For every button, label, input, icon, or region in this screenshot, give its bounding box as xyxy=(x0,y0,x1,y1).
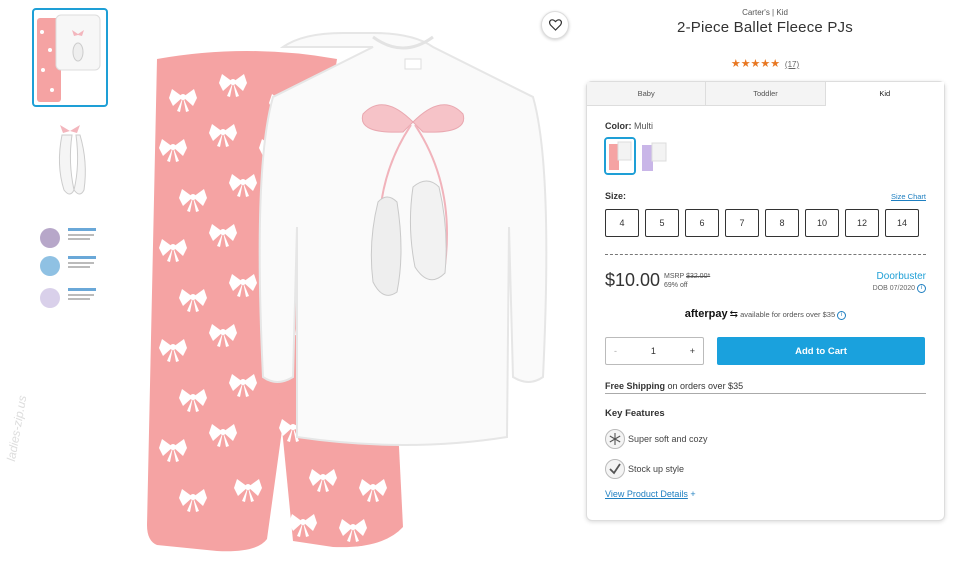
feature-text: Stock up style xyxy=(628,464,685,474)
size-options: 4 5 6 7 8 10 12 14 xyxy=(605,209,919,237)
thumbnail-list xyxy=(32,8,110,329)
afterpay-message: afterpay ⇆ available for orders over $35 … xyxy=(587,308,944,320)
dob-date: DOB 07/2020 i xyxy=(873,282,926,294)
size-option[interactable]: 14 xyxy=(885,209,919,237)
size-option[interactable]: 5 xyxy=(645,209,679,237)
afterpay-text: available for orders over $35 xyxy=(740,310,836,319)
favorite-button[interactable] xyxy=(541,11,569,39)
thumbnail-1[interactable] xyxy=(32,8,108,107)
watermark: ladies-zip.us xyxy=(4,394,30,463)
afterpay-loop-icon: ⇆ xyxy=(729,309,738,320)
checkmark-icon xyxy=(605,459,625,479)
size-option[interactable]: 7 xyxy=(725,209,759,237)
breadcrumb[interactable]: Carter's | Kid xyxy=(586,8,944,17)
purchase-panel: Baby Toddler Kid Color: Multi Size: Size… xyxy=(586,81,945,521)
view-product-details-link[interactable]: View Product Details + xyxy=(605,489,696,499)
sale-price: $10.00 xyxy=(605,270,661,290)
quantity-value[interactable]: 1 xyxy=(651,346,656,356)
product-rating[interactable]: ★★★★★ (17) xyxy=(586,57,944,70)
tab-toddler[interactable]: Toddler xyxy=(706,82,826,105)
size-option[interactable]: 4 xyxy=(605,209,639,237)
product-title: 2-Piece Ballet Fleece PJs xyxy=(677,19,853,36)
quantity-stepper: - 1 + xyxy=(605,337,704,365)
color-label-text: Color: xyxy=(605,121,632,131)
add-to-cart-button[interactable]: Add to Cart xyxy=(717,337,925,365)
doorbuster-badge: Doorbuster DOB 07/2020 i xyxy=(873,271,926,294)
tab-kid[interactable]: Kid xyxy=(825,82,944,106)
snowflake-icon xyxy=(605,429,625,449)
size-option[interactable]: 8 xyxy=(765,209,799,237)
msrp-price: $32.00* xyxy=(686,273,711,280)
feature-item: Stock up style xyxy=(605,459,684,479)
plus-icon: + xyxy=(690,489,696,499)
size-range-tabs: Baby Toddler Kid xyxy=(587,82,944,106)
discount-text: 69% off xyxy=(664,282,688,289)
msrp-label: MSRP xyxy=(664,273,685,280)
shipping-condition: on orders over $35 xyxy=(667,381,744,391)
thumbnail-3[interactable] xyxy=(32,222,108,321)
heart-icon xyxy=(548,19,562,31)
size-option[interactable]: 12 xyxy=(845,209,879,237)
info-icon[interactable]: i xyxy=(917,283,926,293)
color-value: Multi xyxy=(634,121,654,131)
quantity-increase-button[interactable]: + xyxy=(690,346,695,356)
dob-text: DOB 07/2020 xyxy=(872,285,916,292)
main-product-image xyxy=(123,7,573,569)
size-label: Size: xyxy=(605,191,627,201)
msrp-info: MSRP $32.00* 69% off xyxy=(664,272,710,290)
thumbnail-2[interactable] xyxy=(32,115,108,214)
size-chart-link[interactable]: Size Chart xyxy=(891,192,926,201)
shipping-info: Free Shipping on orders over $35 xyxy=(605,381,926,394)
view-details-label: View Product Details xyxy=(605,489,688,499)
free-shipping-label: Free Shipping xyxy=(605,381,666,391)
doorbuster-label: Doorbuster xyxy=(876,271,926,282)
color-swatch-multi[interactable] xyxy=(604,137,636,175)
review-count[interactable]: (17) xyxy=(785,60,799,69)
feature-item: Super soft and cozy xyxy=(605,429,708,449)
tab-baby[interactable]: Baby xyxy=(587,82,707,105)
info-icon[interactable]: i xyxy=(837,310,847,320)
rating-stars: ★★★★★ xyxy=(730,58,781,70)
afterpay-logo: afterpay xyxy=(684,308,728,320)
feature-text: Super soft and cozy xyxy=(628,434,708,444)
color-swatch-purple[interactable] xyxy=(638,137,670,175)
key-features-title: Key Features xyxy=(605,408,665,419)
quantity-decrease-button[interactable]: - xyxy=(614,346,617,356)
size-option[interactable]: 6 xyxy=(685,209,719,237)
divider xyxy=(605,254,926,255)
color-label: Color: Multi xyxy=(605,121,653,131)
size-option[interactable]: 10 xyxy=(805,209,839,237)
